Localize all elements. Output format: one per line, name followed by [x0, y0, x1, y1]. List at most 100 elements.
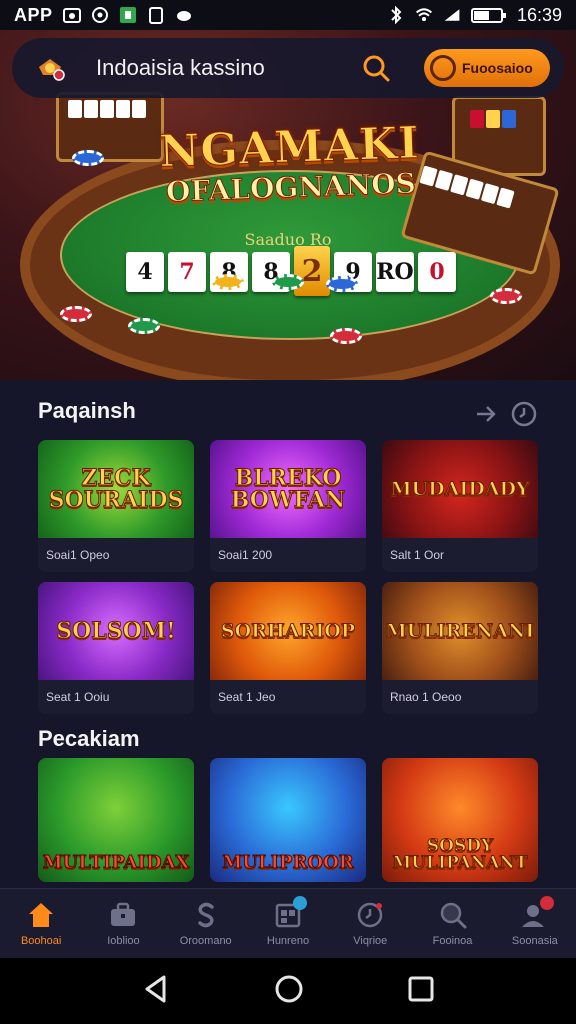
promo-button[interactable]: Fuoosaioo — [424, 49, 550, 87]
playing-card: 7 — [168, 252, 206, 292]
system-navigation-bar — [0, 958, 576, 1024]
game-tile[interactable]: BLREKO BOWFAN Soai1 200 — [210, 440, 366, 572]
slots-icon — [191, 900, 221, 930]
calendar-icon — [273, 896, 307, 930]
chip-icon — [490, 288, 522, 304]
back-icon[interactable] — [142, 974, 170, 1009]
signal-icon — [443, 6, 461, 24]
game-title: ZECK SOURAIDS — [48, 465, 184, 513]
game-title: MULIRENANI — [385, 619, 535, 642]
home-icon — [26, 900, 56, 930]
game-caption: Salt 1 Oor — [382, 538, 538, 572]
chip-icon — [128, 318, 160, 334]
app-notification-icon — [119, 6, 137, 24]
game-tile[interactable]: MUDAIDADY Salt 1 Oor — [382, 440, 538, 572]
section-actions — [474, 400, 538, 433]
game-caption: Rnao 1 Oeoo — [382, 680, 538, 714]
home-button-icon[interactable] — [274, 974, 304, 1009]
game-caption: Soai1 Opeo — [38, 538, 194, 572]
game-art: BLREKO BOWFAN — [210, 440, 366, 538]
nav-item-slots[interactable]: Oroomano — [165, 889, 247, 958]
game-art: MUDAIDADY — [382, 440, 538, 538]
chip-icon — [212, 274, 244, 290]
arrow-right-icon[interactable] — [474, 404, 498, 429]
wifi-icon — [415, 6, 433, 24]
card-row-right — [470, 110, 516, 128]
game-art: MULIPROOR — [210, 758, 366, 882]
game-art: SOSDY MULIPANANT — [382, 758, 538, 882]
promo-button-label: Fuoosaioo — [462, 60, 533, 76]
game-caption: Seat 1 Jeo — [210, 680, 366, 714]
bluetooth-icon — [387, 6, 405, 24]
clock-icon[interactable] — [510, 400, 538, 433]
game-title: BLREKO BOWFAN — [230, 465, 346, 513]
game-tile[interactable]: SOLSOM! Seat 1 Ooiu — [38, 582, 194, 714]
search-icon — [438, 900, 468, 930]
status-time: 16:39 — [516, 4, 562, 25]
chip-icon — [60, 306, 92, 322]
game-tile[interactable]: SOSDY MULIPANANT — [382, 758, 538, 882]
game-art: ZECK SOURAIDS — [38, 440, 194, 538]
top-app-bar: Indoaisia kassino Fuoosaioo — [12, 38, 564, 98]
nav-item-calendar[interactable]: Hunreno — [247, 889, 329, 958]
sync-icon — [91, 6, 109, 24]
game-title: MUDAIDADY — [390, 477, 530, 500]
game-tile[interactable]: MULIPROOR — [210, 758, 366, 882]
game-title: SOSDY MULIPANANT — [392, 836, 528, 873]
logo-icon[interactable] — [30, 48, 70, 88]
game-title: MULTIPAIDAX — [42, 852, 190, 873]
playing-card: 0 — [418, 252, 456, 292]
coin-icon — [430, 55, 456, 81]
playing-card-highlight: 2 — [294, 246, 330, 296]
table-label: Saaduo Ro — [244, 230, 332, 249]
game-art: MULIRENANI — [382, 582, 538, 680]
status-app-label: APP — [14, 4, 53, 25]
nav-label: Boohoai — [20, 935, 62, 947]
notification-badge — [539, 896, 554, 910]
clock-icon — [355, 900, 385, 930]
notification-badge — [292, 896, 307, 910]
game-title: SORHARIOP — [220, 619, 356, 642]
game-art: SORHARIOP — [210, 582, 366, 680]
recents-icon[interactable] — [408, 976, 434, 1007]
battery-icon — [470, 6, 507, 24]
chip-icon — [326, 276, 358, 292]
search-icon — [363, 55, 390, 82]
briefcase-icon — [108, 900, 138, 930]
game-art: SOLSOM! — [38, 582, 194, 680]
game-tile[interactable]: ZECK SOURAIDS Soai1 Opeo — [38, 440, 194, 572]
nav-label: Soonasia — [511, 935, 558, 947]
playing-card: 4 — [126, 252, 164, 292]
chip-icon — [330, 328, 362, 344]
game-title: MULIPROOR — [222, 852, 355, 873]
game-caption: Seat 1 Ooiu — [38, 680, 194, 714]
game-art: MULTIPAIDAX — [38, 758, 194, 882]
section-title-featured: Paqainsh — [38, 398, 136, 423]
file-icon — [147, 6, 165, 24]
chip-icon — [272, 274, 304, 290]
game-caption: Soai1 200 — [210, 538, 366, 572]
hero-title: NGAMAKI OFALOGNANOS — [149, 117, 432, 209]
app-title: Indoaisia kassino — [96, 55, 265, 80]
section-title-popular: Pecakiam — [38, 726, 140, 751]
nav-label: Oroomano — [179, 935, 232, 947]
search-button[interactable] — [356, 48, 396, 88]
bottom-navigation: Boohoai Ioblioo Oroomano Hunreno Viqrioe… — [0, 888, 576, 958]
nav-item-home[interactable]: Boohoai — [0, 889, 82, 958]
status-bar: APP 16:39 — [0, 0, 576, 30]
card-row-left — [68, 100, 146, 118]
nav-item-bag[interactable]: Ioblioo — [82, 889, 164, 958]
nav-label: Viqrioe — [353, 935, 388, 947]
chip-icon — [72, 150, 104, 166]
nav-item-history[interactable]: Viqrioe — [329, 889, 411, 958]
game-tile[interactable]: SORHARIOP Seat 1 Jeo — [210, 582, 366, 714]
nav-label: Ioblioo — [107, 935, 140, 947]
playing-card: RO — [376, 252, 414, 292]
nav-label: Hunreno — [266, 935, 310, 947]
cloud-icon — [175, 6, 193, 24]
profile-icon — [520, 896, 554, 930]
game-tile[interactable]: MULTIPAIDAX — [38, 758, 194, 882]
nav-item-search[interactable]: Fooinoa — [411, 889, 493, 958]
nav-item-profile[interactable]: Soonasia — [494, 889, 576, 958]
game-tile[interactable]: MULIRENANI Rnao 1 Oeoo — [382, 582, 538, 714]
